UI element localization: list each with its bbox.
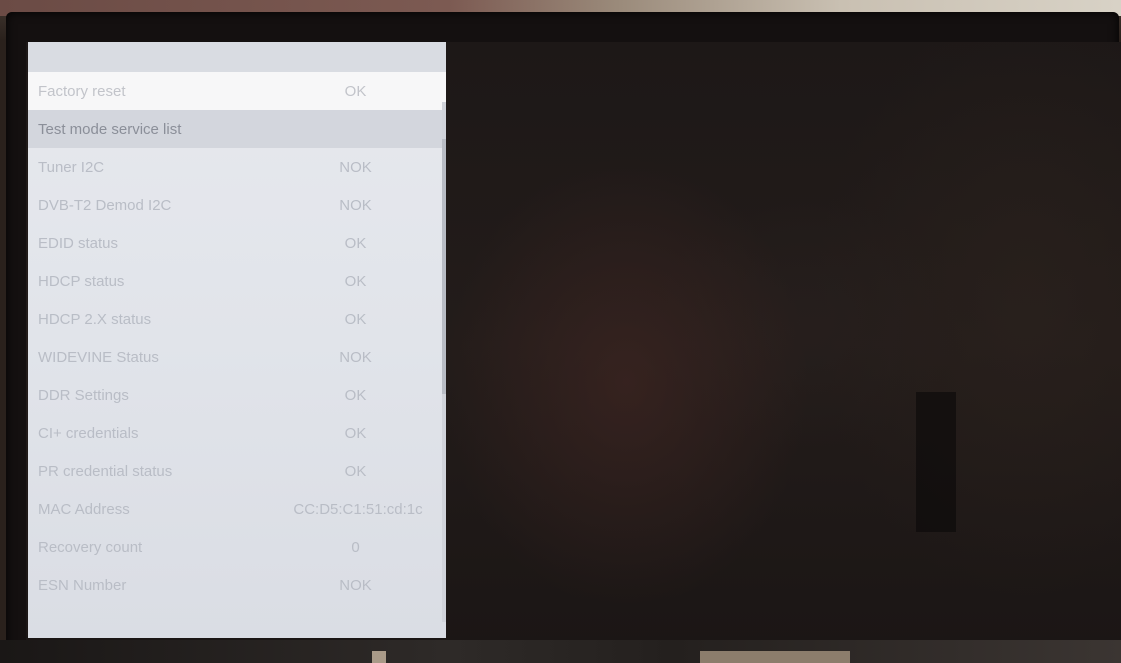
menu-row-label: WIDEVINE Status <box>38 348 159 366</box>
menu-row-ddr-settings[interactable]: DDR Settings OK <box>28 376 446 414</box>
menu-row-hdcp-2x-status[interactable]: HDCP 2.X status OK <box>28 300 446 338</box>
menu-row-recovery-count[interactable]: Recovery count 0 <box>28 528 446 566</box>
menu-row-label: MAC Address <box>38 500 130 518</box>
menu-row-value: NOK <box>339 576 372 594</box>
menu-row-value: OK <box>344 272 367 290</box>
menu-row-value: OK <box>344 462 367 480</box>
menu-row-label: EDID status <box>38 234 119 252</box>
menu-row-value: CC:D5:C1:51:cd:1c <box>293 500 423 518</box>
menu-row-value: OK <box>344 234 367 252</box>
menu-row-value: NOK <box>339 196 372 214</box>
menu-row-label: Recovery count <box>38 538 143 556</box>
menu-row-label: HDCP status <box>38 272 125 290</box>
menu-row-widevine-status[interactable]: WIDEVINE Status NOK <box>28 338 446 376</box>
menu-row-label: DVB-T2 Demod I2C <box>38 196 172 214</box>
screen-reflection <box>916 392 956 532</box>
photo-scene: Factory reset OK Test mode service list … <box>0 0 1121 663</box>
menu-row-ci-credentials[interactable]: CI+ credentials OK <box>28 414 446 452</box>
menu-row-test-mode-service-list[interactable]: Test mode service list <box>28 110 446 148</box>
menu-row-value: OK <box>344 82 367 100</box>
menu-row-value: OK <box>344 310 367 328</box>
stand-reflection-left <box>372 651 386 663</box>
menu-top-strip <box>28 42 446 72</box>
menu-row-label: DDR Settings <box>38 386 129 404</box>
service-menu-panel: Factory reset OK Test mode service list … <box>28 42 446 638</box>
menu-row-value: 0 <box>351 538 360 556</box>
menu-row-mac-address[interactable]: MAC Address CC:D5:C1:51:cd:1c <box>28 490 446 528</box>
menu-row-esn-number[interactable]: ESN Number NOK <box>28 566 446 604</box>
menu-row-edid-status[interactable]: EDID status OK <box>28 224 446 262</box>
menu-row-label: CI+ credentials <box>38 424 139 442</box>
menu-scrollbar-thumb[interactable] <box>442 139 446 394</box>
stand-reflection-right <box>700 651 850 663</box>
menu-row-label: HDCP 2.X status <box>38 310 152 328</box>
menu-row-label: Tuner I2C <box>38 158 105 176</box>
menu-row-factory-reset[interactable]: Factory reset OK <box>28 72 446 110</box>
menu-row-label: PR credential status <box>38 462 173 480</box>
menu-row-tuner-i2c[interactable]: Tuner I2C NOK <box>28 148 446 186</box>
menu-row-value: OK <box>344 386 367 404</box>
menu-row-value: NOK <box>339 348 372 366</box>
menu-row-hdcp-status[interactable]: HDCP status OK <box>28 262 446 300</box>
tv-bottom-bezel <box>0 640 1121 663</box>
menu-row-label: Test mode service list <box>38 120 182 138</box>
menu-row-pr-credential-status[interactable]: PR credential status OK <box>28 452 446 490</box>
menu-row-value: OK <box>344 424 367 442</box>
menu-row-dvb-t2-demod-i2c[interactable]: DVB-T2 Demod I2C NOK <box>28 186 446 224</box>
menu-row-label: ESN Number <box>38 576 127 594</box>
menu-row-value: NOK <box>339 158 372 176</box>
menu-row-label: Factory reset <box>38 82 126 100</box>
